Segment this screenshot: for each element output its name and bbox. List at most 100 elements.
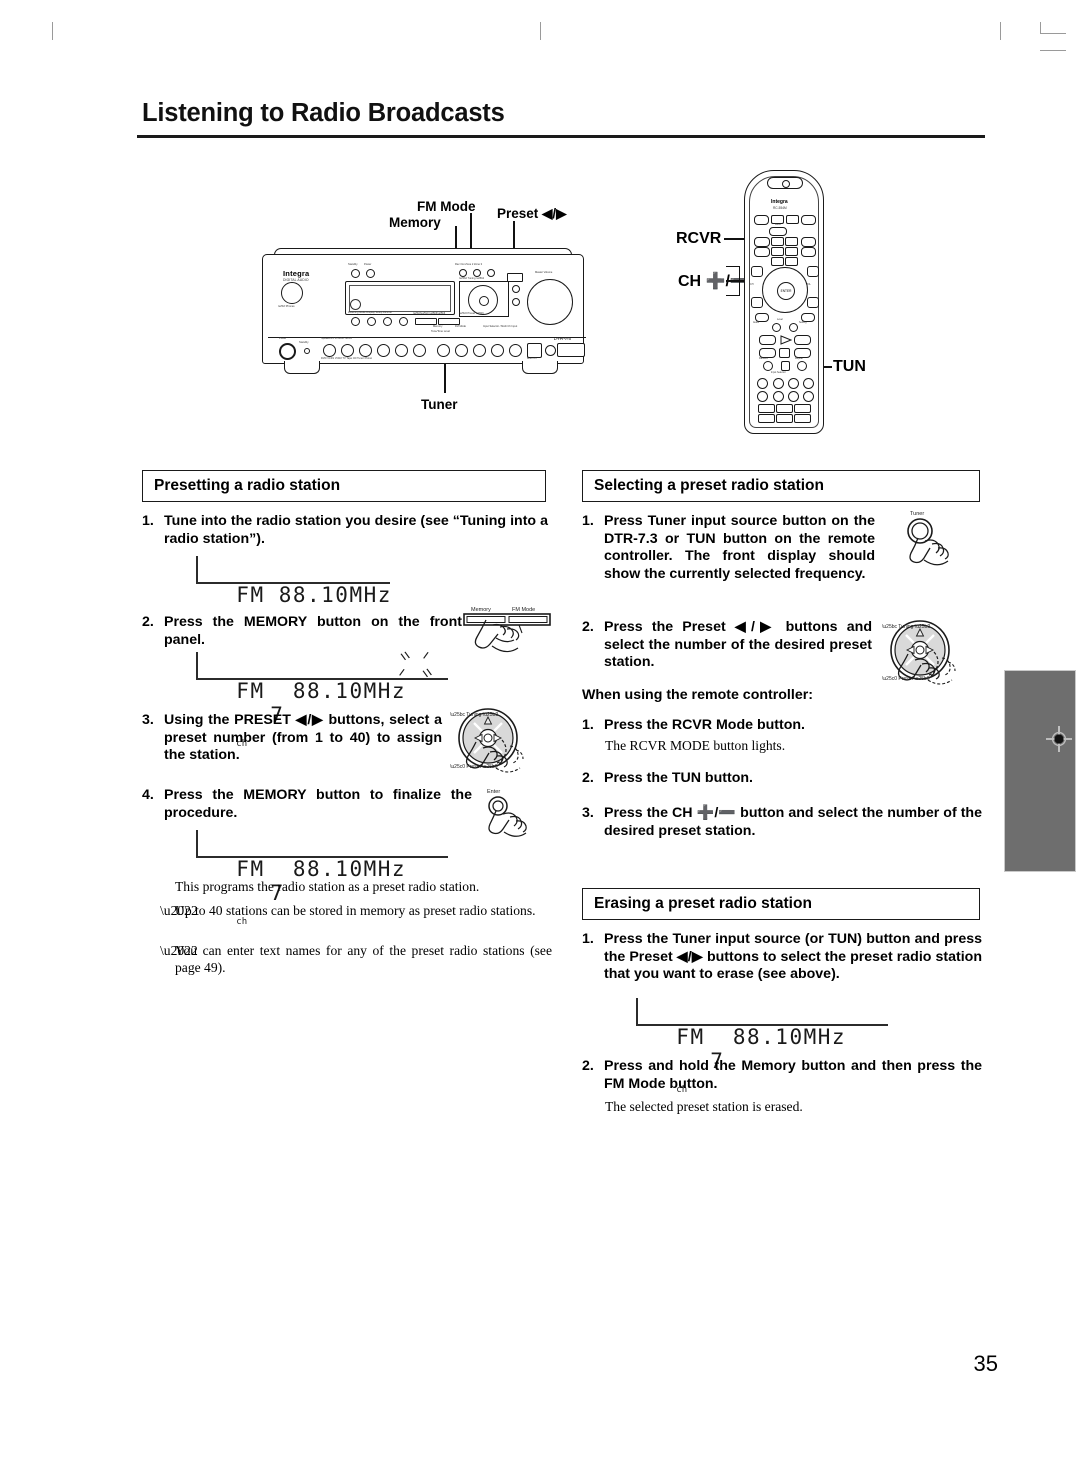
presetting-step-4-num: 4. bbox=[142, 787, 154, 803]
receiver-front-inputs-label: Front Input bbox=[557, 337, 570, 340]
receiver-memory-label: Memory bbox=[433, 325, 443, 328]
callout-fm-mode: FM Mode bbox=[417, 199, 476, 214]
selecting-remote-step-2: 2. Press the TUN button. bbox=[582, 770, 972, 788]
remote-ir-window bbox=[767, 177, 803, 189]
remote-key-grid-4 bbox=[771, 247, 784, 256]
remote-input-7 bbox=[788, 391, 799, 402]
remote-key-grid-5 bbox=[785, 247, 798, 256]
selecting-remote-step-3-num: 3. bbox=[582, 805, 594, 821]
remote-repeat-label: Repeat bbox=[795, 357, 803, 360]
display-2-blink-sw-icon: / bbox=[397, 667, 407, 680]
display-2-blink-se-icon: \\ bbox=[422, 666, 435, 681]
remote-vol-down-button[interactable] bbox=[807, 297, 819, 308]
display-1-text: FM 88.10MHz bbox=[236, 583, 392, 607]
svg-text:Tuner: Tuner bbox=[910, 511, 924, 517]
remote-enter-button[interactable]: ENTER bbox=[777, 282, 795, 300]
crop-mark-top-right-h3 bbox=[1040, 50, 1066, 51]
receiver-source-select-label: Input Selector / Multi Ch Input bbox=[483, 325, 518, 328]
receiver-source-3 bbox=[359, 344, 372, 357]
presetting-bullet-1-text: Up to 40 stations can be stored in memor… bbox=[175, 903, 536, 918]
presetting-step-2-num: 2. bbox=[142, 614, 154, 630]
receiver-nav-tuning-label: \u25b2 Tuning \u25b2 bbox=[459, 277, 485, 280]
receiver-mid-knob-labels: Listening Mode Display Setup Dimmer bbox=[348, 311, 393, 314]
receiver-body: Integra DIGITAL AUDIO DTR-7.3 \u25cf Pho… bbox=[262, 254, 586, 364]
remote-random-label: Random bbox=[759, 357, 769, 360]
presetting-bullet-2-text: You can enter text names for any of the … bbox=[175, 943, 552, 975]
crop-mark-top-center bbox=[540, 22, 541, 40]
remote-key-repeat bbox=[797, 361, 807, 371]
remote-key-menu bbox=[769, 227, 787, 236]
remote-key-grid-3 bbox=[801, 237, 816, 247]
section-heading-presetting: Presetting a radio station bbox=[142, 470, 546, 502]
selecting-remote-heading: When using the remote controller: bbox=[582, 687, 813, 703]
presetting-step-4-text: Press the MEMORY button to finalize the … bbox=[164, 787, 472, 821]
callout-tun: TUN bbox=[833, 358, 866, 375]
svg-text:FM Mode: FM Mode bbox=[512, 607, 535, 613]
crop-mark-top-right-h bbox=[1040, 33, 1066, 34]
registration-target-icon bbox=[1046, 726, 1072, 752]
remote-key-prev bbox=[759, 335, 776, 345]
illustration-enter-button: Enter bbox=[484, 784, 550, 850]
presetting-after-note: This programs the radio station as a pre… bbox=[175, 879, 480, 894]
remote-nav-pad[interactable]: ENTER bbox=[762, 267, 808, 313]
remote-menu-label: Menu bbox=[775, 223, 781, 226]
receiver-mid-knob-1 bbox=[351, 317, 360, 326]
selecting-step-2-num: 2. bbox=[582, 619, 594, 635]
receiver-source-10 bbox=[491, 344, 504, 357]
remote-input-8 bbox=[803, 391, 814, 402]
presetting-step-3-num: 3. bbox=[142, 712, 154, 728]
receiver-nav-preset-label: \u25c0 Preset \u25b6 bbox=[459, 312, 484, 315]
receiver-tonecontrol-label: Tone/Tone Level bbox=[431, 330, 450, 333]
remote-vol-up-button[interactable] bbox=[807, 266, 819, 277]
remote-ch-up-button[interactable] bbox=[751, 266, 763, 277]
display-1-dotmask-icon bbox=[198, 556, 390, 582]
erasing-after-note: The selected preset station is erased. bbox=[605, 1099, 803, 1114]
section-heading-selecting: Selecting a preset radio station bbox=[582, 470, 980, 502]
remote-model: RC-554M bbox=[773, 206, 787, 210]
crop-mark-top-left bbox=[52, 22, 53, 40]
svg-text:Enter: Enter bbox=[487, 789, 500, 795]
receiver-source-9 bbox=[473, 344, 486, 357]
page-number: 35 bbox=[973, 1351, 998, 1376]
receiver-master-volume bbox=[527, 279, 573, 325]
erasing-step-1-text: Press the Tuner input source (or TUN) bu… bbox=[604, 931, 982, 982]
remote-key-grid-2 bbox=[785, 237, 798, 246]
receiver-brand-sub: DIGITAL AUDIO bbox=[283, 278, 309, 282]
receiver-source-2 bbox=[341, 344, 354, 357]
presetting-step-4: 4. Press the MEMORY button to finalize t… bbox=[142, 787, 472, 822]
receiver-phones-knob bbox=[281, 282, 303, 304]
receiver-front-inputs bbox=[557, 343, 585, 357]
receiver-knob-b bbox=[366, 269, 375, 278]
remote-ch-down-button[interactable] bbox=[751, 297, 763, 308]
svg-text:\u25bc Tuning \u25b2: \u25bc Tuning \u25b2 bbox=[450, 712, 498, 718]
title-rule bbox=[137, 135, 985, 138]
receiver-setup-knob bbox=[512, 285, 520, 293]
illustration-dpad-preset-left: \u25bc Tuning \u25b2 \u25c0 Preset \u25b… bbox=[450, 706, 550, 792]
selecting-step-2-text: Press the Preset ◀/▶ buttons and select … bbox=[604, 619, 872, 670]
callout-preset: Preset ◀/▶ bbox=[497, 206, 567, 221]
callout-rcvr: RCVR bbox=[676, 230, 722, 247]
receiver-fmmode-button bbox=[438, 318, 460, 325]
receiver-source-tuner bbox=[455, 344, 468, 357]
selecting-remote-step-1-text: Press the RCVR Mode button. bbox=[604, 717, 806, 733]
receiver-source-11 bbox=[509, 344, 522, 357]
receiver-source-labels: DVD VCR1 VCR2 TV Tape CD Tuner Phono bbox=[321, 357, 373, 360]
remote-illustration: Integra RC-554M Menu CH VOL ENTER Audio … bbox=[744, 170, 824, 434]
receiver-source-4 bbox=[377, 344, 390, 357]
remote-ch-label: CH bbox=[750, 283, 754, 286]
receiver-top-knob-3 bbox=[487, 269, 495, 277]
display-4: FM 88.10MHz 7 ch bbox=[636, 998, 888, 1095]
remote-tun-button[interactable] bbox=[803, 378, 814, 389]
illustration-memory-fm-mode: Memory FM Mode bbox=[462, 600, 554, 674]
receiver-master-volume-label: Master Volume bbox=[535, 271, 553, 274]
display-4-text: FM 88.10MHz bbox=[676, 1025, 847, 1049]
remote-input-2 bbox=[773, 378, 784, 389]
receiver-top-knob-1 bbox=[459, 269, 467, 277]
receiver-display-inner bbox=[349, 285, 451, 312]
erasing-step-2: 2. Press and hold the Memory button and … bbox=[582, 1058, 982, 1093]
selecting-remote-step-1-num: 1. bbox=[582, 717, 594, 733]
remote-stop-button bbox=[779, 348, 790, 358]
display-1: FM 88.10MHz bbox=[196, 556, 390, 607]
remote-numpad-4 bbox=[758, 414, 775, 423]
remote-rcvr-mode-button[interactable] bbox=[754, 237, 770, 247]
